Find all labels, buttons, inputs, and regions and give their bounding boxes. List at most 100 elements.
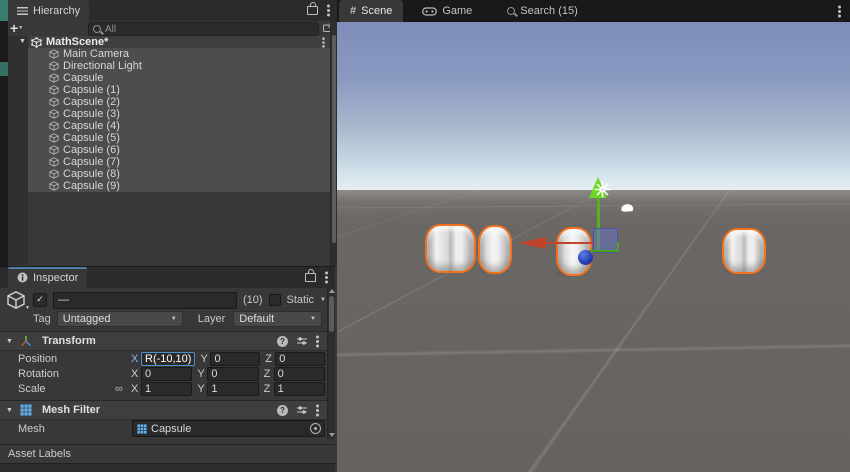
selection-count: (10) — [243, 294, 263, 306]
scroll-up-icon[interactable] — [329, 289, 335, 293]
axis-y-label[interactable]: Y — [197, 368, 204, 380]
hierarchy-row-capsule-2[interactable]: Capsule (2) — [8, 96, 337, 108]
axis-y-label[interactable]: Y — [200, 353, 207, 365]
hierarchy-row-directional-light[interactable]: Directional Light — [8, 60, 337, 72]
asset-labels-section[interactable]: Asset Labels — [0, 445, 335, 462]
hierarchy-row-capsule-4[interactable]: Capsule (4) — [8, 120, 337, 132]
tag-dropdown[interactable]: Untagged ▼ — [57, 311, 183, 327]
hierarchy-icon — [17, 7, 28, 15]
gameobject-name-field[interactable]: — — [53, 292, 237, 309]
cube-icon — [49, 109, 59, 119]
row-label: Capsule (7) — [63, 156, 120, 168]
mesh-filter-header[interactable]: ▼ Mesh Filter ? — [0, 400, 328, 420]
tag-value: Untagged — [63, 313, 111, 325]
scene-capsule[interactable] — [478, 225, 512, 274]
position-x-field[interactable]: R(-10,10) — [141, 352, 195, 366]
scale-label: Scale — [18, 383, 115, 395]
inspector-tabbar: Inspector — [0, 267, 335, 288]
layer-dropdown[interactable]: Default ▼ — [233, 311, 322, 327]
scene-viewport[interactable] — [337, 22, 850, 472]
axis-z-label[interactable]: Z — [265, 353, 272, 365]
axis-x-label[interactable]: X — [131, 353, 138, 365]
hierarchy-search-input[interactable]: All — [88, 22, 319, 36]
link-scale-icon[interactable]: ∞ — [115, 384, 131, 394]
dock-edge-highlight-top — [0, 0, 8, 21]
tag-layer-row: Tag Untagged ▼ Layer Default ▼ — [33, 312, 322, 326]
tab-game[interactable]: Game — [411, 0, 483, 22]
foldout-icon[interactable]: ▼ — [6, 407, 14, 414]
hierarchy-empty-area — [8, 192, 337, 265]
position-z-field[interactable]: 0 — [275, 352, 325, 366]
hierarchy-row-capsule-8[interactable]: Capsule (8) — [8, 168, 337, 180]
chevron-down-icon: ▼ — [171, 316, 177, 322]
help-icon[interactable]: ? — [277, 336, 288, 347]
hierarchy-row-capsule-1[interactable]: Capsule (1) — [8, 84, 337, 96]
gizmo-x-arrow[interactable] — [518, 237, 546, 249]
hierarchy-row-capsule-9[interactable]: Capsule (9) — [8, 180, 337, 192]
active-checkbox[interactable]: ✓ — [33, 293, 47, 307]
scrollbar-thumb[interactable] — [332, 35, 336, 243]
scene-row[interactable]: ▼ MathScene* — [8, 36, 337, 48]
scene-capsule-pair[interactable] — [425, 224, 476, 273]
gizmo-center-handle[interactable] — [578, 250, 593, 265]
foldout-icon[interactable]: ▼ — [19, 36, 27, 48]
hierarchy-row-capsule-7[interactable]: Capsule (7) — [8, 156, 337, 168]
rotation-y-field[interactable]: 0 — [207, 367, 258, 381]
scroll-down-icon[interactable] — [329, 433, 335, 437]
axis-x-label[interactable]: X — [131, 383, 138, 395]
transform-header[interactable]: ▼ Transform ? — [0, 331, 328, 351]
help-icon[interactable]: ? — [277, 405, 288, 416]
tab-game-label: Game — [442, 5, 472, 17]
static-dropdown-icon[interactable]: ▼ — [320, 297, 326, 303]
scale-z-field[interactable]: 1 — [274, 382, 325, 396]
kebab-menu-icon[interactable] — [316, 409, 319, 412]
axis-z-label[interactable]: Z — [264, 383, 271, 395]
foldout-icon[interactable]: ▼ — [6, 338, 14, 345]
row-label: Capsule (8) — [63, 168, 120, 180]
lock-icon[interactable] — [307, 6, 318, 15]
scrollbar-thumb[interactable] — [329, 296, 334, 332]
scale-y-field[interactable]: 1 — [207, 382, 258, 396]
hierarchy-scrollbar[interactable] — [330, 21, 337, 266]
layer-value: Default — [239, 313, 274, 325]
kebab-menu-icon[interactable] — [327, 9, 330, 12]
axis-z-label[interactable]: Z — [264, 368, 271, 380]
gameobject-icon-button[interactable]: ▼ — [6, 290, 27, 310]
tab-search-label: Search (15) — [520, 5, 577, 17]
chevron-down-icon: ▼ — [310, 316, 316, 322]
position-y-field[interactable]: 0 — [210, 352, 260, 366]
presets-icon[interactable] — [296, 336, 308, 346]
kebab-menu-icon[interactable] — [325, 276, 328, 279]
object-picker-icon[interactable] — [310, 423, 321, 434]
tab-hierarchy[interactable]: Hierarchy — [8, 0, 89, 21]
hierarchy-tabbar: Hierarchy — [8, 0, 337, 21]
axis-y-label[interactable]: Y — [197, 383, 204, 395]
axis-x-label[interactable]: X — [131, 368, 138, 380]
rotation-x-field[interactable]: 0 — [141, 367, 192, 381]
tab-hierarchy-label: Hierarchy — [33, 5, 80, 17]
static-checkbox[interactable] — [269, 294, 281, 306]
hierarchy-row-main-camera[interactable]: Main Camera — [8, 48, 337, 60]
rotation-z-field[interactable]: 0 — [274, 367, 325, 381]
hierarchy-row-capsule-5[interactable]: Capsule (5) — [8, 132, 337, 144]
lock-icon[interactable] — [305, 273, 316, 282]
kebab-menu-icon[interactable] — [838, 10, 841, 13]
presets-icon[interactable] — [296, 405, 308, 415]
kebab-menu-icon[interactable] — [322, 41, 325, 44]
tab-inspector[interactable]: Inspector — [8, 267, 87, 288]
scene-name: MathScene* — [46, 36, 108, 48]
search-icon — [507, 7, 515, 15]
hierarchy-row-capsule-6[interactable]: Capsule (6) — [8, 144, 337, 156]
tab-scene[interactable]: # Scene — [339, 0, 403, 22]
add-gameobject-button[interactable]: + ▼ — [10, 21, 23, 35]
hierarchy-row-capsule-3[interactable]: Capsule (3) — [8, 108, 337, 120]
search-placeholder: All — [105, 24, 116, 35]
kebab-menu-icon[interactable] — [316, 340, 319, 343]
scene-capsule-pair[interactable] — [722, 228, 766, 274]
inspector-scrollbar[interactable] — [327, 287, 335, 439]
assetbundle-bar — [0, 463, 335, 472]
mesh-object-field[interactable]: Capsule — [132, 420, 325, 437]
scale-x-field[interactable]: 1 — [141, 382, 192, 396]
tab-search[interactable]: Search (15) — [496, 0, 588, 22]
hierarchy-row-capsule[interactable]: Capsule — [8, 72, 337, 84]
